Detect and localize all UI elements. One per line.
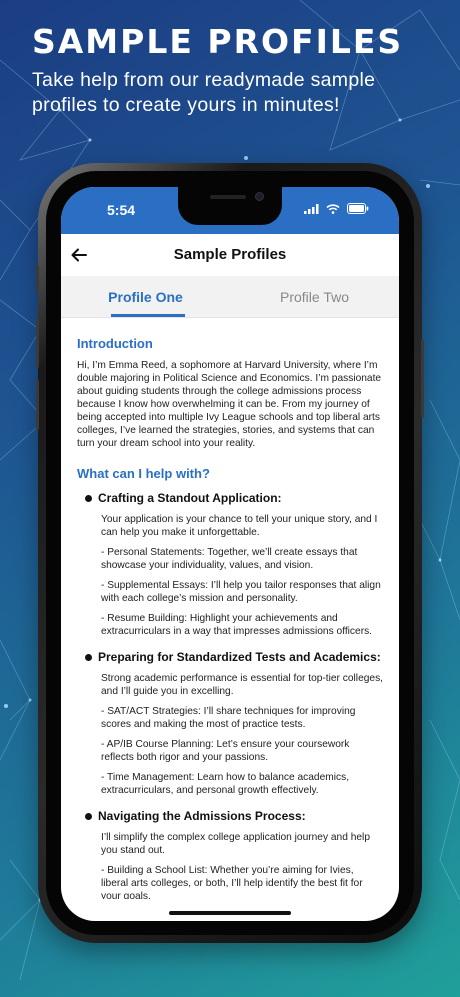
- section-paragraph: - SAT/ACT Strategies: I’ll share techniq…: [101, 706, 356, 730]
- intro-heading: Introduction: [77, 336, 153, 351]
- section-heading: Crafting a Standout Application:: [85, 491, 383, 505]
- section-paragraph: - Supplemental Essays: I’ll help you tai…: [101, 580, 381, 604]
- phone-silent-switch: [36, 265, 39, 291]
- bullet-icon: [85, 812, 92, 820]
- speaker-grille: [210, 195, 246, 199]
- section-paragraph: - AP/IB Course Planning: Let’s ensure yo…: [101, 739, 350, 763]
- tab-profile-one[interactable]: Profile One: [61, 276, 230, 318]
- help-section: Crafting a Standout Application: Your ap…: [85, 491, 383, 638]
- status-bar: 5:54: [61, 187, 399, 234]
- section-heading: Preparing for Standardized Tests and Aca…: [85, 650, 383, 664]
- bullet-icon: [85, 494, 92, 502]
- section-paragraph: Strong academic performance is essential…: [101, 673, 383, 697]
- profile-content[interactable]: Introduction Hi, I’m Emma Reed, a sophom…: [61, 319, 399, 899]
- help-section: Preparing for Standardized Tests and Aca…: [85, 650, 383, 797]
- section-heading: Navigating the Admissions Process:: [85, 809, 383, 823]
- section-paragraph: - Resume Building: Highlight your achiev…: [101, 613, 373, 637]
- phone-volume-up-button: [36, 318, 39, 368]
- navigation-bar: Sample Profiles: [61, 234, 399, 276]
- active-tab-indicator: [111, 314, 185, 317]
- section-heading-text: Crafting a Standout Application:: [98, 491, 282, 505]
- front-camera: [255, 192, 264, 201]
- section-paragraph: - Personal Statements: Together, we’ll c…: [101, 547, 358, 571]
- section-heading-text: Preparing for Standardized Tests and Aca…: [98, 650, 381, 664]
- help-section: Navigating the Admissions Process: I’ll …: [85, 809, 383, 899]
- bullet-icon: [85, 653, 92, 661]
- promo-headline: SAMPLE PROFILES: [32, 22, 404, 61]
- phone-notch: [178, 187, 282, 225]
- profile-tabs: Profile One Profile Two: [61, 276, 399, 318]
- signal-icon: [304, 203, 319, 214]
- section-paragraph: - Time Management: Learn how to balance …: [101, 772, 350, 796]
- section-paragraph: I’ll simplify the complex college applic…: [101, 832, 370, 856]
- status-time: 5:54: [107, 202, 136, 218]
- tab-profile-two[interactable]: Profile Two: [230, 276, 399, 318]
- page-title: Sample Profiles: [173, 246, 287, 263]
- phone-power-button: [421, 340, 424, 418]
- wifi-icon: [326, 203, 340, 214]
- home-indicator[interactable]: [169, 911, 291, 915]
- status-icons: [304, 203, 369, 214]
- section-paragraph: Your application is your chance to tell …: [101, 514, 378, 538]
- section-paragraph: - Building a School List: Whether you’re…: [101, 865, 363, 899]
- section-heading-text: Navigating the Admissions Process:: [98, 809, 306, 823]
- help-heading: What can I help with?: [77, 466, 210, 481]
- phone-screen: 5:54 Sample Profiles Profile One Profile…: [61, 187, 399, 921]
- intro-text: Hi, I’m Emma Reed, a sophomore at Harvar…: [77, 360, 382, 449]
- phone-volume-down-button: [36, 380, 39, 430]
- battery-icon: [347, 203, 369, 214]
- promo-subheadline: Take help from our readymade sample prof…: [32, 69, 376, 116]
